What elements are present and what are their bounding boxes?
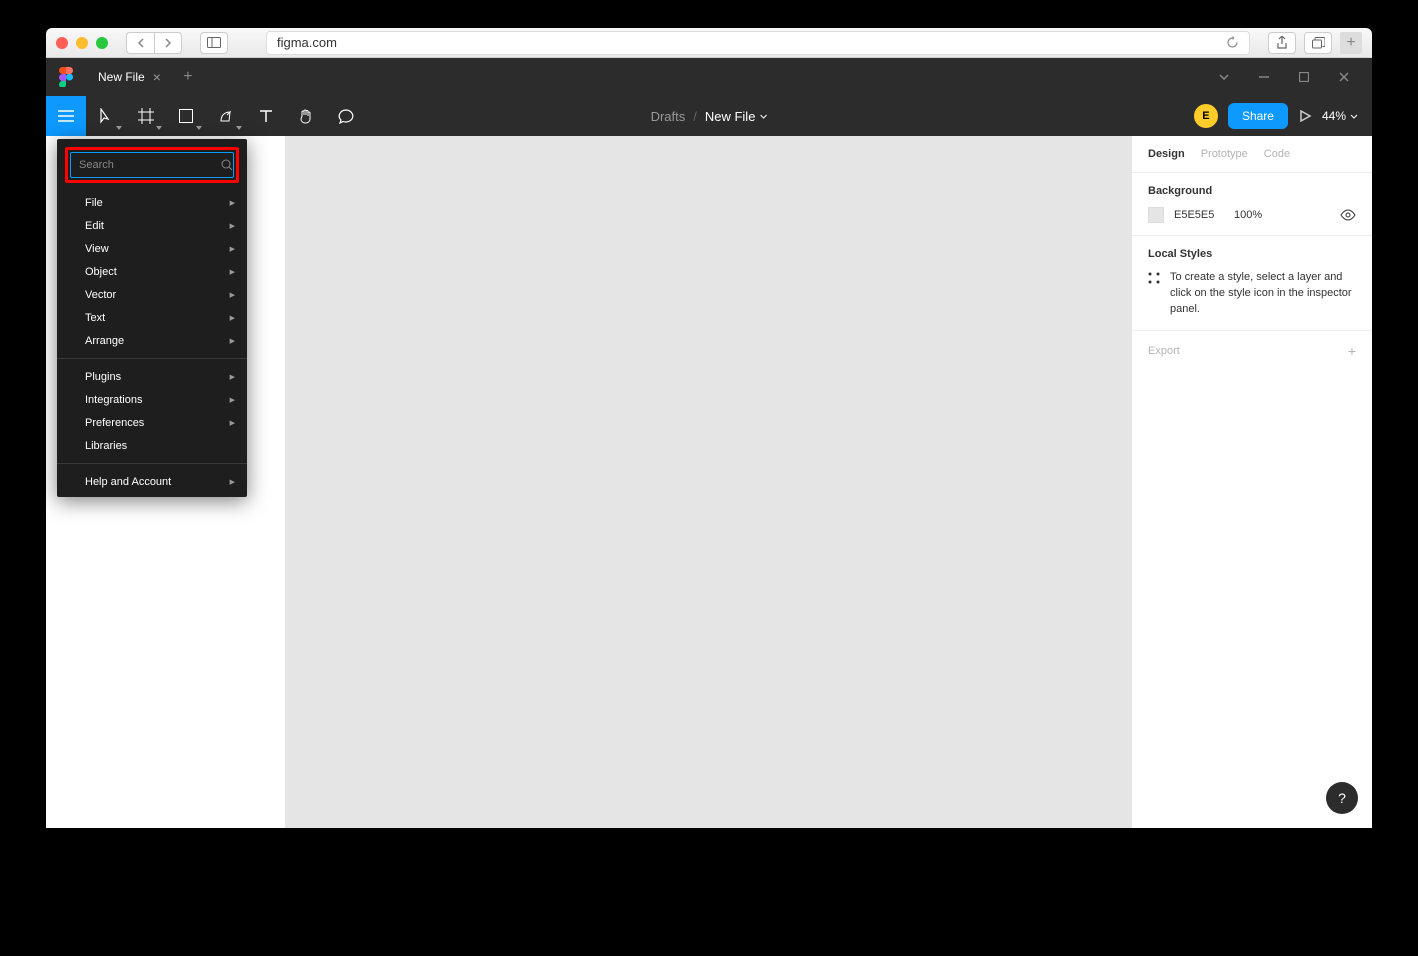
tab-bar: New File × + (46, 58, 1372, 96)
shape-tool[interactable] (166, 96, 206, 136)
frame-tool[interactable] (126, 96, 166, 136)
menu-item-preferences[interactable]: Preferences (57, 411, 247, 434)
canvas[interactable] (286, 136, 1132, 828)
menu-item-file[interactable]: File (57, 191, 247, 214)
main-menu-button[interactable] (46, 96, 86, 136)
text-tool[interactable] (246, 96, 286, 136)
right-panel-tabs: Design Prototype Code (1132, 136, 1372, 173)
close-window-button[interactable] (56, 37, 68, 49)
breadcrumb: Drafts / New File (651, 109, 768, 124)
user-avatar[interactable]: E (1194, 104, 1218, 128)
background-hex[interactable]: E5E5E5 (1174, 209, 1224, 221)
main-menu-dropdown: FileEditViewObjectVectorTextArrange Plugi… (57, 139, 247, 497)
background-section: Background E5E5E5 100% (1132, 173, 1372, 236)
export-section: Export + (1132, 331, 1372, 371)
menu-item-arrange[interactable]: Arrange (57, 329, 247, 352)
background-title: Background (1148, 185, 1356, 197)
browser-chrome: figma.com + (46, 28, 1372, 58)
chevron-down-icon (759, 114, 767, 119)
menu-search-input[interactable] (79, 159, 221, 171)
present-button[interactable] (1298, 109, 1312, 123)
main-area: Design Prototype Code Background E5E5E5 … (46, 136, 1372, 828)
toolbar: Drafts / New File E Share 44% (46, 96, 1372, 136)
chevron-down-icon (1350, 114, 1358, 119)
nav-buttons (126, 32, 182, 54)
maximize-icon[interactable] (1294, 72, 1314, 82)
tab-code[interactable]: Code (1264, 148, 1290, 160)
window-controls (1214, 72, 1372, 82)
pen-tool[interactable] (206, 96, 246, 136)
back-button[interactable] (126, 32, 154, 54)
search-highlight-annotation (65, 147, 239, 183)
background-row: E5E5E5 100% (1148, 207, 1356, 223)
breadcrumb-drafts[interactable]: Drafts (651, 109, 686, 124)
style-grid-icon (1148, 272, 1160, 284)
menu-divider (57, 358, 247, 359)
export-label: Export (1148, 345, 1180, 357)
breadcrumb-file[interactable]: New File (705, 109, 768, 124)
chevron-down-icon[interactable] (1214, 72, 1234, 82)
breadcrumb-file-label: New File (705, 109, 756, 124)
figma-logo-icon[interactable] (46, 58, 86, 96)
hand-tool[interactable] (286, 96, 326, 136)
menu-divider (57, 463, 247, 464)
help-button[interactable]: ? (1326, 782, 1358, 814)
minimize-window-button[interactable] (76, 37, 88, 49)
menu-item-integrations[interactable]: Integrations (57, 388, 247, 411)
background-color-swatch[interactable] (1148, 207, 1164, 223)
menu-item-plugins[interactable]: Plugins (57, 365, 247, 388)
url-text: figma.com (277, 35, 337, 50)
tab-prototype[interactable]: Prototype (1201, 148, 1248, 160)
menu-item-view[interactable]: View (57, 237, 247, 260)
local-styles-hint: To create a style, select a layer and cl… (1170, 270, 1356, 318)
tabs-browser-button[interactable] (1304, 32, 1332, 54)
add-tab-button[interactable]: + (173, 68, 203, 86)
background-opacity[interactable]: 100% (1234, 209, 1274, 221)
zoom-control[interactable]: 44% (1322, 109, 1358, 123)
new-tab-button[interactable]: + (1340, 32, 1362, 54)
tab-design[interactable]: Design (1148, 148, 1185, 160)
menu-item-text[interactable]: Text (57, 306, 247, 329)
menu-item-help-and-account[interactable]: Help and Account (57, 470, 247, 493)
comment-tool[interactable] (326, 96, 366, 136)
minimize-icon[interactable] (1254, 72, 1274, 82)
share-button[interactable]: Share (1228, 103, 1288, 129)
browser-right-controls: + (1268, 32, 1362, 54)
local-styles-section: Local Styles To create a style, select a… (1132, 236, 1372, 331)
close-icon[interactable] (1334, 72, 1354, 82)
sidebar-toggle-button[interactable] (200, 32, 228, 54)
local-styles-hint-row: To create a style, select a layer and cl… (1148, 270, 1356, 318)
file-tab[interactable]: New File × (86, 58, 173, 96)
menu-item-libraries[interactable]: Libraries (57, 434, 247, 457)
right-panel: Design Prototype Code Background E5E5E5 … (1132, 136, 1372, 828)
maximize-window-button[interactable] (96, 37, 108, 49)
menu-item-object[interactable]: Object (57, 260, 247, 283)
tab-close-icon[interactable]: × (153, 69, 161, 85)
share-browser-button[interactable] (1268, 32, 1296, 54)
visibility-toggle-icon[interactable] (1340, 209, 1356, 221)
forward-button[interactable] (154, 32, 182, 54)
search-icon (221, 159, 233, 171)
toolbar-right: E Share 44% (1194, 103, 1372, 129)
traffic-lights (56, 37, 108, 49)
tab-title: New File (98, 70, 145, 84)
breadcrumb-separator: / (693, 109, 697, 124)
move-tool[interactable] (86, 96, 126, 136)
url-bar[interactable]: figma.com (266, 31, 1250, 55)
menu-item-edit[interactable]: Edit (57, 214, 247, 237)
zoom-label: 44% (1322, 109, 1346, 123)
figma-app: New File × + Drafts / New File (46, 58, 1372, 828)
local-styles-title: Local Styles (1148, 248, 1356, 260)
refresh-icon[interactable] (1226, 36, 1239, 49)
menu-search-container (70, 152, 234, 178)
menu-item-vector[interactable]: Vector (57, 283, 247, 306)
export-add-button[interactable]: + (1348, 343, 1356, 359)
